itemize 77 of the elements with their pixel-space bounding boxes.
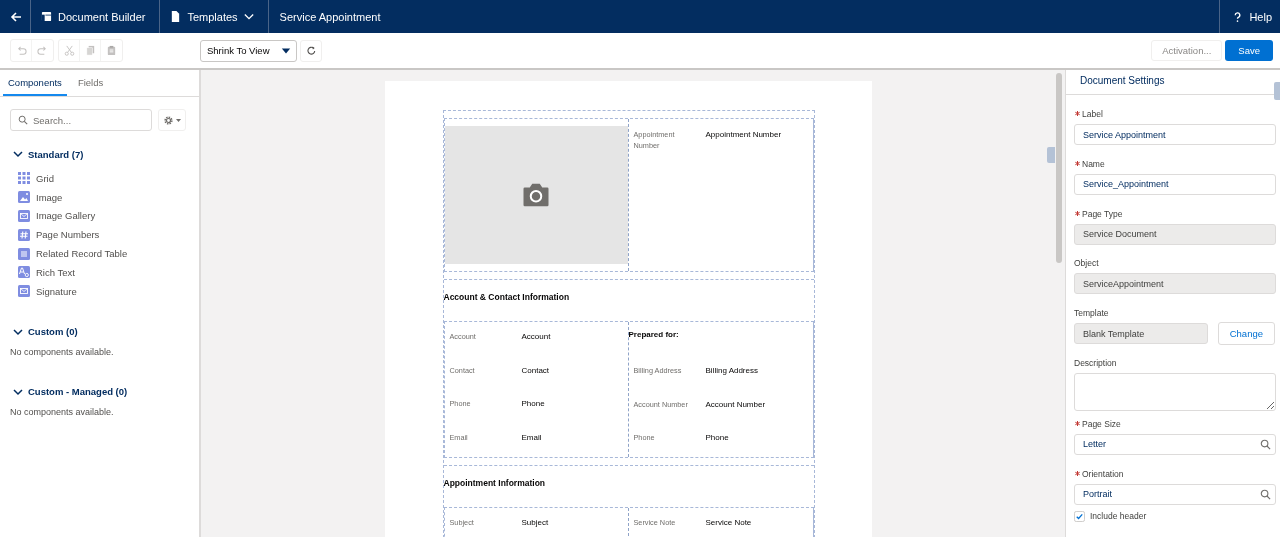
readonly-field: Blank Template [1074, 323, 1208, 345]
grid-icon [18, 172, 30, 185]
empty-message: No components available. [9, 406, 115, 417]
field-value: Service Note [705, 516, 752, 528]
help-button[interactable]: Help [1219, 0, 1280, 33]
chevron-down-icon [243, 11, 254, 22]
component-item[interactable]: Image Gallery [0, 206, 199, 226]
search-icon [18, 115, 28, 125]
redo-icon [37, 45, 48, 56]
back-arrow-icon [9, 10, 21, 23]
section-toggle[interactable]: Custom - Managed (0) [0, 384, 128, 399]
lookup-field[interactable]: Letter [1074, 434, 1276, 455]
component-item[interactable]: Image [0, 187, 199, 207]
settings-icon [163, 114, 174, 126]
field-label: Page Type [1082, 208, 1123, 219]
image-icon [18, 191, 30, 204]
field-value: Account Number [705, 398, 766, 410]
save-button[interactable]: Save [1225, 40, 1273, 61]
field-label: Label [1082, 109, 1103, 119]
section-heading: Appointment Information [443, 477, 545, 488]
change-button[interactable]: Change [1217, 322, 1275, 346]
search-field[interactable]: Search... [10, 109, 152, 131]
text-field[interactable]: Service Appointment [1074, 124, 1276, 145]
field-label: Orientation [1082, 468, 1124, 479]
section-toggle[interactable]: Standard (7) [0, 147, 84, 161]
scissors-icon [63, 45, 75, 56]
richtext-icon [18, 266, 30, 279]
field-value: Phone [705, 432, 729, 443]
field-value: Phone [521, 398, 545, 409]
checkbox-label: Include header [1090, 511, 1147, 522]
lookup-field[interactable]: Portrait [1074, 483, 1276, 505]
field-value: Email [521, 431, 542, 443]
readonly-field: Service Document [1074, 223, 1276, 245]
component-item[interactable]: Grid [0, 169, 199, 188]
caret-icon [176, 118, 181, 122]
refresh-icon [305, 45, 317, 56]
field-label: Object [1074, 258, 1099, 269]
search-icon [1260, 488, 1271, 500]
section-heading: Account & Contact Information [443, 292, 570, 302]
readonly-field: ServiceAppointment [1074, 273, 1276, 295]
field-value: Subject [521, 516, 549, 528]
field-label: Name [1082, 158, 1105, 169]
nav-tab[interactable]: Document Builder [31, 0, 161, 33]
text-field[interactable]: Service_Appointment [1074, 173, 1276, 195]
layout-icon [41, 11, 52, 22]
clipboard-icon [106, 45, 117, 56]
column-heading: Prepared for: [628, 329, 679, 341]
collapse-handle[interactable] [1047, 147, 1055, 163]
field-label: Template [1074, 308, 1109, 319]
empty-message: No components available. [9, 346, 115, 357]
help-icon [1232, 10, 1244, 23]
document-icon [170, 11, 182, 22]
field-value: Billing Address [705, 365, 758, 376]
component-item[interactable]: Page Numbers [0, 225, 199, 245]
component-item[interactable]: Related Record Table [0, 244, 199, 263]
panel-tab[interactable]: Fields [72, 70, 109, 96]
field-value: Account [521, 331, 551, 342]
text-area[interactable] [1074, 373, 1276, 411]
search-icon [1260, 439, 1271, 450]
checkbox[interactable] [1074, 510, 1085, 522]
hash-icon [18, 228, 30, 241]
component-item[interactable]: Signature [0, 281, 199, 301]
refresh-button[interactable] [300, 39, 322, 62]
nav-tab[interactable]: Templates [160, 0, 269, 33]
component-item[interactable]: Rich Text [0, 263, 199, 282]
section-toggle[interactable]: Custom (0) [0, 324, 78, 339]
field-value: Contact [521, 364, 550, 376]
panel-tab[interactable]: Components [3, 70, 67, 96]
copy-icon [84, 45, 96, 56]
field-value: Appointment Number [705, 129, 782, 140]
zoom-dropdown[interactable]: Shrink To View [200, 39, 297, 62]
undo-icon [15, 45, 27, 56]
field-label: Description [1074, 358, 1117, 368]
collapse-handle[interactable] [1274, 82, 1280, 100]
field-label: Page Size [1082, 419, 1121, 429]
page-title: Service Appointment [278, 9, 382, 25]
settings-menu-button[interactable] [158, 109, 186, 131]
